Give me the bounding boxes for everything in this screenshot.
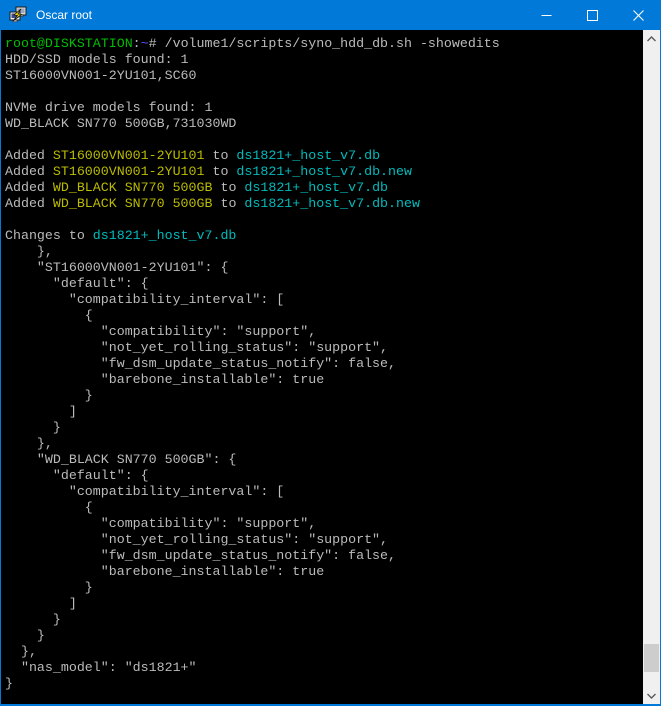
terminal-line: "nas_model": "ds1821+" <box>5 660 643 676</box>
terminal-line: } <box>5 388 643 404</box>
terminal-line: "compatibility_interval": [ <box>5 292 643 308</box>
scrollbar-thumb[interactable] <box>644 644 659 672</box>
terminal-line: "not_yet_rolling_status": "support", <box>5 340 643 356</box>
titlebar[interactable]: Oscar root <box>0 0 661 30</box>
terminal-line: "fw_dsm_update_status_notify": false, <box>5 356 643 372</box>
terminal-line <box>5 212 643 228</box>
terminal-line: WD_BLACK SN770 500GB,731030WD <box>5 116 643 132</box>
close-button[interactable] <box>615 0 661 30</box>
terminal-line: Added WD_BLACK SN770 500GB to ds1821+_ho… <box>5 196 643 212</box>
terminal-line: NVMe drive models found: 1 <box>5 100 643 116</box>
terminal-line: "fw_dsm_update_status_notify": false, <box>5 548 643 564</box>
minimize-button[interactable] <box>523 0 569 30</box>
terminal-line: "barebone_installable": true <box>5 372 643 388</box>
terminal-line: { <box>5 308 643 324</box>
terminal-line: } <box>5 580 643 596</box>
scrollbar[interactable] <box>643 30 660 704</box>
putty-window: Oscar root root@DISKSTATION:~# /volume1 <box>0 0 661 706</box>
terminal-line: "compatibility_interval": [ <box>5 484 643 500</box>
terminal-line: root@DISKSTATION:~# /volume1/scripts/syn… <box>5 36 643 52</box>
putty-icon <box>9 6 27 24</box>
terminal-line: "ST16000VN001-2YU101": { <box>5 260 643 276</box>
terminal-line: ] <box>5 404 643 420</box>
scroll-down-button[interactable] <box>643 687 660 704</box>
maximize-icon <box>587 10 598 21</box>
terminal-line: Added ST16000VN001-2YU101 to ds1821+_hos… <box>5 148 643 164</box>
terminal-line: }, <box>5 436 643 452</box>
terminal-line: } <box>5 628 643 644</box>
terminal-line: "compatibility": "support", <box>5 516 643 532</box>
terminal-line: HDD/SSD models found: 1 <box>5 52 643 68</box>
scroll-up-button[interactable] <box>643 30 660 47</box>
terminal-line: { <box>5 500 643 516</box>
terminal-line: "default": { <box>5 276 643 292</box>
terminal-line: }, <box>5 644 643 660</box>
terminal-line: "WD_BLACK SN770 500GB": { <box>5 452 643 468</box>
minimize-icon <box>541 10 552 21</box>
terminal-line: ] <box>5 596 643 612</box>
window-body: root@DISKSTATION:~# /volume1/scripts/syn… <box>0 30 661 706</box>
terminal-line: "barebone_installable": true <box>5 564 643 580</box>
terminal-line: Added WD_BLACK SN770 500GB to ds1821+_ho… <box>5 180 643 196</box>
terminal-line: } <box>5 612 643 628</box>
terminal-line: } <box>5 676 643 692</box>
terminal-line <box>5 132 643 148</box>
window-title: Oscar root <box>36 8 523 22</box>
scroll-up-icon <box>647 36 656 42</box>
terminal-line: }, <box>5 244 643 260</box>
window-controls <box>523 0 661 30</box>
close-icon <box>633 10 644 21</box>
terminal-line: Added ST16000VN001-2YU101 to ds1821+_hos… <box>5 164 643 180</box>
scroll-down-icon <box>647 693 656 699</box>
terminal-line: ST16000VN001-2YU101,SC60 <box>5 68 643 84</box>
scrollbar-track[interactable] <box>643 47 660 687</box>
maximize-button[interactable] <box>569 0 615 30</box>
terminal-line: } <box>5 420 643 436</box>
terminal-line: "not_yet_rolling_status": "support", <box>5 532 643 548</box>
terminal-line: "default": { <box>5 468 643 484</box>
terminal-line: "compatibility": "support", <box>5 324 643 340</box>
terminal-line <box>5 84 643 100</box>
terminal-output[interactable]: root@DISKSTATION:~# /volume1/scripts/syn… <box>1 30 643 704</box>
terminal-line: Changes to ds1821+_host_v7.db <box>5 228 643 244</box>
